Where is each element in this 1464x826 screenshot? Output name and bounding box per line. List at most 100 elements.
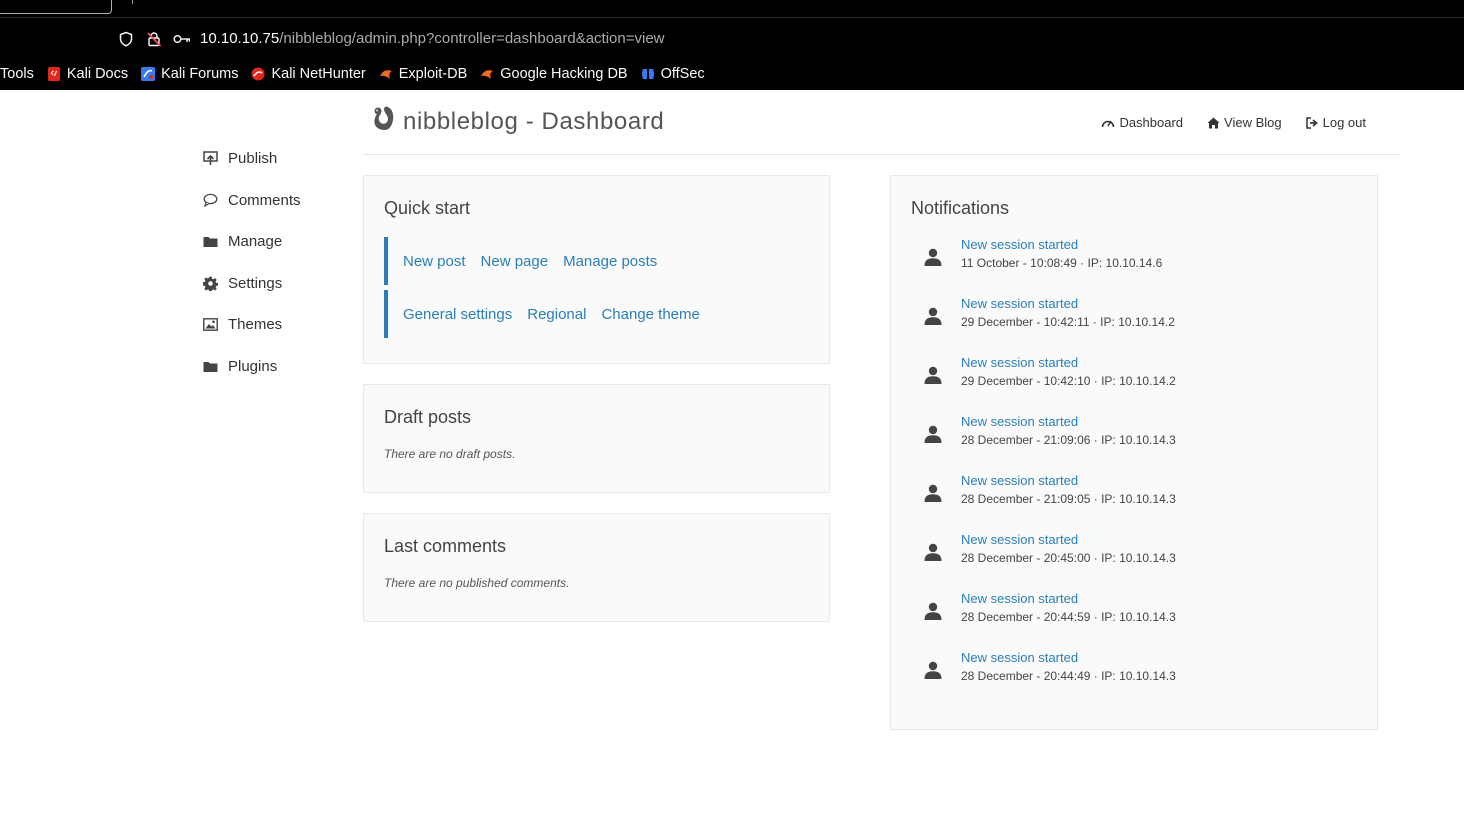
bookmark-label: Google Hacking DB [500, 66, 628, 82]
user-icon [924, 543, 942, 561]
notifications-panel: Notifications New session started 11 Oct… [890, 175, 1378, 730]
notification-item: New session started 28 December - 21:09:… [911, 473, 1351, 523]
url-bar[interactable]: 10.10.10.75/nibbleblog/admin.php?control… [0, 24, 1464, 54]
notification-title[interactable]: New session started [961, 650, 1078, 665]
bookmark-kali-nethunter[interactable]: Kali NetHunter [251, 66, 366, 82]
tab-strip [0, 0, 1464, 18]
bookmark-label: Tools [0, 66, 34, 82]
notification-title[interactable]: New session started [961, 591, 1078, 606]
folder-icon [202, 234, 218, 250]
draft-posts-panel: Draft posts There are no draft posts. [363, 384, 830, 493]
publish-icon [202, 151, 218, 167]
quick-start-title: Quick start [384, 198, 471, 218]
change-theme-link[interactable]: Change theme [601, 306, 699, 323]
draft-posts-empty: There are no draft posts. [384, 447, 516, 461]
bookmark-kali-forums[interactable]: Kali Forums [141, 66, 238, 82]
nav-dashboard-label: Dashboard [1119, 115, 1184, 130]
bookmark-label: Kali Docs [66, 66, 129, 82]
sidebar: Publish Comments Manage Settings Themes … [202, 138, 352, 387]
notification-meta: 28 December - 20:44:59 · IP: 10.10.14.3 [961, 610, 1176, 624]
notification-meta: 29 December - 10:42:11 · IP: 10.10.14.2 [961, 315, 1175, 329]
notification-item: New session started 28 December - 20:44:… [911, 591, 1351, 641]
notification-item: New session started 29 December - 10:42:… [911, 296, 1351, 346]
shield-icon[interactable] [116, 29, 136, 49]
sidebar-item-label: Plugins [228, 357, 278, 375]
offsec-icon [641, 67, 655, 81]
user-icon [924, 248, 942, 266]
new-post-link[interactable]: New post [403, 253, 466, 270]
sidebar-item-comments[interactable]: Comments [202, 180, 352, 222]
gauge-icon [1102, 120, 1115, 128]
sidebar-item-plugins[interactable]: Plugins [202, 346, 352, 388]
sidebar-item-label: Manage [228, 233, 283, 251]
bookmark-label: Kali Forums [161, 66, 239, 82]
general-settings-link[interactable]: General settings [403, 306, 512, 323]
notification-title[interactable]: New session started [961, 473, 1078, 488]
nav-view-blog[interactable]: View Blog [1207, 115, 1282, 130]
insecure-lock-icon[interactable] [144, 29, 164, 49]
user-icon [924, 602, 942, 620]
bookmark-kali-docs[interactable]: Kali Docs [47, 66, 128, 82]
kali-forums-icon [141, 67, 156, 81]
browser-chrome: 10.10.10.75/nibbleblog/admin.php?control… [0, 0, 1464, 90]
sidebar-item-label: Settings [228, 274, 283, 292]
user-icon [924, 307, 942, 325]
url-path: /nibbleblog/admin.php?controller=dashboa… [279, 30, 665, 47]
ghdb-icon [480, 67, 494, 81]
bookmark-label: OffSec [660, 66, 705, 82]
sidebar-item-label: Publish [228, 150, 278, 168]
user-icon [924, 484, 942, 502]
notification-meta: 29 December - 10:42:10 · IP: 10.10.14.2 [961, 374, 1176, 388]
notification-item: New session started 28 December - 20:45:… [911, 532, 1351, 582]
logout-icon [1305, 116, 1318, 129]
sidebar-item-publish[interactable]: Publish [202, 138, 352, 180]
new-page-link[interactable]: New page [481, 253, 549, 270]
user-icon [924, 661, 942, 679]
key-icon[interactable] [172, 29, 192, 49]
page-title: nibbleblog - Dashboard [403, 107, 665, 135]
notification-meta: 28 December - 21:09:05 · IP: 10.10.14.3 [961, 492, 1176, 506]
notification-meta: 28 December - 21:09:06 · IP: 10.10.14.3 [961, 433, 1176, 447]
notification-title[interactable]: New session started [961, 296, 1078, 311]
user-icon [924, 366, 942, 384]
gear-icon [202, 275, 218, 291]
sidebar-item-settings[interactable]: Settings [202, 263, 352, 305]
url-host: 10.10.10.75 [200, 30, 280, 47]
last-comments-panel: Last comments There are no published com… [363, 513, 830, 622]
bookmark-google-hacking-db[interactable]: Google Hacking DB [480, 66, 628, 82]
sidebar-item-themes[interactable]: Themes [202, 304, 352, 346]
bookmark-exploit-db[interactable]: Exploit-DB [379, 66, 467, 82]
brand: nibbleblog - Dashboard [371, 106, 664, 137]
page-header: nibbleblog - Dashboard Dashboard View Bl… [363, 90, 1400, 155]
active-tab[interactable] [0, 0, 112, 14]
draft-posts-title: Draft posts [384, 407, 472, 427]
notification-title[interactable]: New session started [961, 532, 1078, 547]
sidebar-item-manage[interactable]: Manage [202, 221, 352, 263]
quick-start-row-settings: General settings Regional Change theme [384, 290, 715, 338]
bookmark-label: Kali NetHunter [271, 66, 366, 82]
quick-start-row-content: New post New page Manage posts [384, 237, 672, 285]
nav-log-out[interactable]: Log out [1305, 115, 1366, 130]
url-text[interactable]: 10.10.10.75/nibbleblog/admin.php?control… [200, 30, 665, 47]
nav-dashboard[interactable]: Dashboard [1101, 115, 1183, 130]
last-comments-empty: There are no published comments. [384, 576, 570, 590]
bookmarks-bar: Tools Kali Docs Kali Forums Kali NetHunt… [0, 62, 718, 86]
quick-start-panel: Quick start New post New page Manage pos… [363, 175, 830, 364]
notification-meta: 28 December - 20:44:49 · IP: 10.10.14.3 [961, 669, 1176, 683]
notification-title[interactable]: New session started [961, 237, 1078, 252]
top-nav: Dashboard View Blog Log out [1077, 115, 1366, 130]
notification-item: New session started 28 December - 20:44:… [911, 650, 1351, 700]
bookmark-offsec[interactable]: OffSec [641, 66, 705, 82]
squirrel-logo-icon [371, 106, 395, 137]
bookmark-tools[interactable]: Tools [0, 66, 34, 82]
notification-title[interactable]: New session started [961, 414, 1078, 429]
notification-meta: 28 December - 20:45:00 · IP: 10.10.14.3 [961, 551, 1176, 565]
notification-item: New session started 28 December - 21:09:… [911, 414, 1351, 464]
notification-title[interactable]: New session started [961, 355, 1078, 370]
kali-docs-icon [47, 67, 61, 81]
comment-icon [202, 192, 218, 208]
manage-posts-link[interactable]: Manage posts [563, 253, 657, 270]
nav-log-out-label: Log out [1322, 115, 1366, 130]
notification-item: New session started 11 October - 10:08:4… [911, 237, 1351, 287]
regional-link[interactable]: Regional [527, 306, 586, 323]
